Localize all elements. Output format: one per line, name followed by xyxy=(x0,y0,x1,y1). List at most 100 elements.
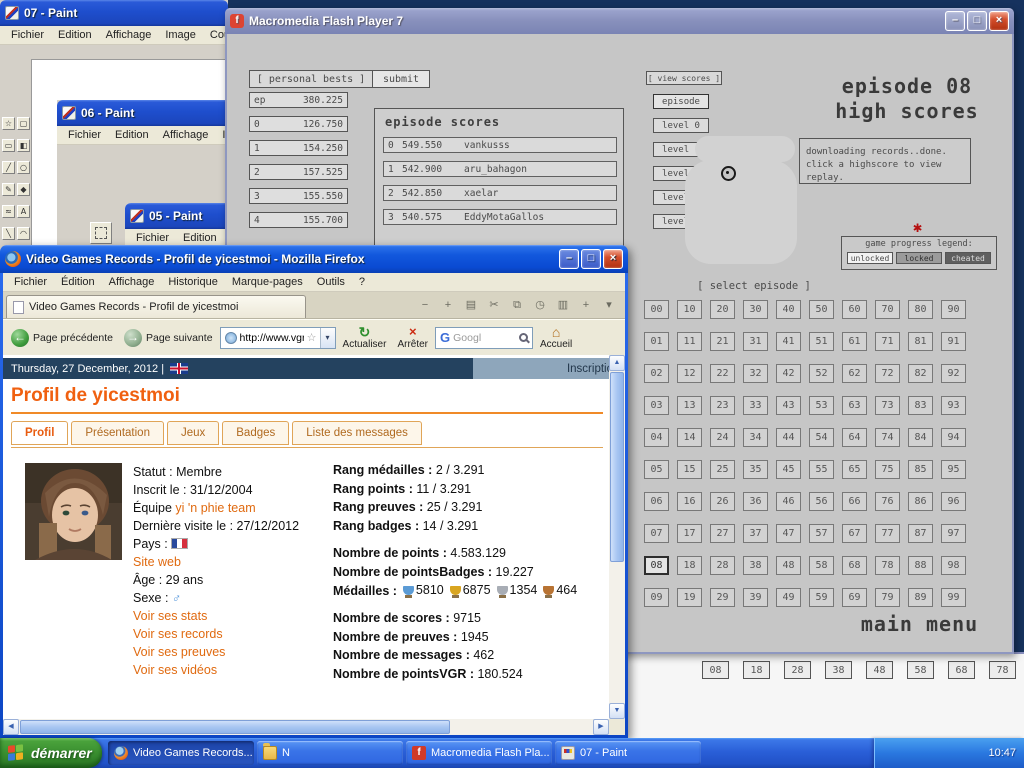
curve-tool-icon[interactable]: ◠ xyxy=(17,227,30,240)
episode-cell[interactable]: 19 xyxy=(677,588,702,607)
episode-cell[interactable]: 07 xyxy=(644,524,669,543)
episode-cell[interactable]: 20 xyxy=(710,300,735,319)
episode-cell[interactable]: 97 xyxy=(941,524,966,543)
episode-cell[interactable]: 36 xyxy=(743,492,768,511)
episode-cell[interactable]: 21 xyxy=(710,332,735,351)
menu-item[interactable]: Edition xyxy=(176,231,224,245)
strip-cell[interactable]: 68 xyxy=(948,661,975,679)
scrollbar-thumb[interactable] xyxy=(20,720,450,734)
zoom-in-icon[interactable]: + xyxy=(440,297,456,313)
episode-cell[interactable]: 12 xyxy=(677,364,702,383)
menu-item[interactable]: ? xyxy=(352,275,372,289)
url-dropdown-icon[interactable]: ▾ xyxy=(320,328,335,348)
episode-cell[interactable]: 53 xyxy=(809,396,834,415)
tab-list-icon[interactable]: ▾ xyxy=(601,297,617,313)
fill-tool-icon[interactable]: ◧ xyxy=(17,139,30,152)
episode-cell[interactable]: 37 xyxy=(743,524,768,543)
highscore-row[interactable]: 0 549.550 vankusss xyxy=(383,137,617,153)
episode-cell[interactable]: 40 xyxy=(776,300,801,319)
episode-cell[interactable]: 90 xyxy=(941,300,966,319)
episode-cell[interactable]: 26 xyxy=(710,492,735,511)
bookmark-star-icon[interactable]: ☆ xyxy=(307,331,317,344)
episode-cell[interactable]: 95 xyxy=(941,460,966,479)
episode-cell[interactable]: 62 xyxy=(842,364,867,383)
menu-item[interactable]: Édition xyxy=(54,275,102,289)
profile-link[interactable]: Voir ses vidéos xyxy=(133,661,299,679)
start-button[interactable]: démarrer xyxy=(0,738,102,768)
episode-cell[interactable]: 11 xyxy=(677,332,702,351)
episode-cell[interactable]: 74 xyxy=(875,428,900,447)
minimize-button[interactable]: – xyxy=(945,11,965,31)
menu-item[interactable]: Historique xyxy=(161,275,225,289)
search-icon[interactable] xyxy=(519,333,528,342)
line-tool-icon[interactable]: ╲ xyxy=(2,227,15,240)
episode-cell[interactable]: 79 xyxy=(875,588,900,607)
select-tool-icon[interactable]: ▢ xyxy=(17,117,30,130)
maximize-button[interactable]: □ xyxy=(967,11,987,31)
vertical-scrollbar[interactable]: ▲ ▼ xyxy=(609,355,625,719)
menu-item[interactable]: Affichage xyxy=(156,128,216,142)
profile-link[interactable]: Voir ses records xyxy=(133,625,299,643)
brush-tool-icon[interactable]: ◆ xyxy=(17,183,30,196)
menu-item[interactable]: Outils xyxy=(310,275,352,289)
episode-cell[interactable]: 39 xyxy=(743,588,768,607)
episode-cell[interactable]: 68 xyxy=(842,556,867,575)
episode-cell[interactable]: 45 xyxy=(776,460,801,479)
free-select-tool-icon[interactable]: ☆ xyxy=(2,117,15,130)
episode-cell[interactable]: 50 xyxy=(809,300,834,319)
scroll-right-arrow[interactable]: ▶ xyxy=(593,719,609,735)
tab-jeux[interactable]: Jeux xyxy=(167,421,219,445)
strip-cell[interactable]: 08 xyxy=(702,661,729,679)
horizontal-scrollbar[interactable]: ◀ ▶ xyxy=(3,719,609,735)
episode-cell[interactable]: 76 xyxy=(875,492,900,511)
menu-item[interactable]: Marque-pages xyxy=(225,275,310,289)
episode-cell[interactable]: 94 xyxy=(941,428,966,447)
episode-cell[interactable]: 35 xyxy=(743,460,768,479)
episode-cell[interactable]: 65 xyxy=(842,460,867,479)
task-folder-n[interactable]: N xyxy=(257,741,403,765)
episode-cell[interactable]: 09 xyxy=(644,588,669,607)
episode-cell[interactable]: 38 xyxy=(743,556,768,575)
tab-profil[interactable]: Profil xyxy=(11,421,68,445)
episode-cell[interactable]: 60 xyxy=(842,300,867,319)
flash-titlebar[interactable]: f Macromedia Flash Player 7 – □ × xyxy=(225,8,1014,34)
minimize-button[interactable]: – xyxy=(559,249,579,269)
highscore-row[interactable]: 1 542.900 aru_bahagon xyxy=(383,161,617,177)
episode-cell[interactable]: 54 xyxy=(809,428,834,447)
view-score-button[interactable]: episode xyxy=(653,94,709,109)
episode-cell[interactable]: 80 xyxy=(908,300,933,319)
episode-cell[interactable]: 75 xyxy=(875,460,900,479)
scroll-up-arrow[interactable]: ▲ xyxy=(609,355,625,371)
highscore-row[interactable]: 3 540.575 EddyMotaGallos xyxy=(383,209,617,225)
episode-cell[interactable]: 43 xyxy=(776,396,801,415)
episode-cell[interactable]: 84 xyxy=(908,428,933,447)
strip-cell[interactable]: 48 xyxy=(866,661,893,679)
episode-cell[interactable]: 49 xyxy=(776,588,801,607)
episode-cell[interactable]: 55 xyxy=(809,460,834,479)
episode-cell[interactable]: 33 xyxy=(743,396,768,415)
menu-item[interactable]: Affichage xyxy=(99,28,159,42)
episode-cell[interactable]: 01 xyxy=(644,332,669,351)
episode-cell[interactable]: 05 xyxy=(644,460,669,479)
episode-cell[interactable]: 66 xyxy=(842,492,867,511)
episode-cell[interactable]: 83 xyxy=(908,396,933,415)
inscriptions-link[interactable]: Inscriptio xyxy=(567,363,609,375)
episode-cell[interactable]: 30 xyxy=(743,300,768,319)
close-button[interactable]: × xyxy=(989,11,1009,31)
episode-cell[interactable]: 69 xyxy=(842,588,867,607)
episode-cell[interactable]: 00 xyxy=(644,300,669,319)
airbrush-tool-icon[interactable]: ≈ xyxy=(2,205,15,218)
cut-icon[interactable]: ✂ xyxy=(486,297,502,313)
episode-cell[interactable]: 82 xyxy=(908,364,933,383)
team-link[interactable]: yi 'n phie team xyxy=(175,501,255,515)
episode-cell[interactable]: 41 xyxy=(776,332,801,351)
episode-cell[interactable]: 98 xyxy=(941,556,966,575)
strip-cell[interactable]: 28 xyxy=(784,661,811,679)
scrollbar-thumb[interactable] xyxy=(610,372,624,562)
episode-cell[interactable]: 22 xyxy=(710,364,735,383)
menu-item[interactable]: Fichier xyxy=(61,128,108,142)
episode-cell[interactable]: 10 xyxy=(677,300,702,319)
firefox-titlebar[interactable]: Video Games Records - Profil de yicestmo… xyxy=(0,245,628,273)
episode-cell[interactable]: 15 xyxy=(677,460,702,479)
strip-cell[interactable]: 18 xyxy=(743,661,770,679)
